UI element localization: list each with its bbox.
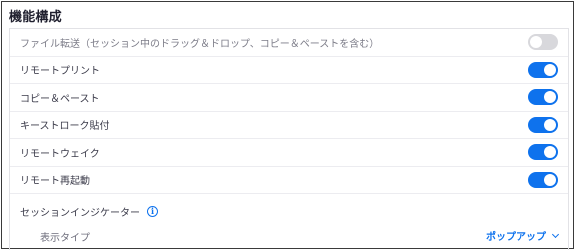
setting-label-file-transfer: ファイル転送（セッション中のドラッグ＆ドロップ、コピー＆ペーストを含む） (20, 38, 380, 50)
setting-label-remote-print: リモートプリント (20, 66, 100, 78)
setting-row-remote-wake: リモートウェイク (10, 139, 568, 167)
session-indicator-title: セッションインジケーター (20, 208, 140, 219)
remote-wake-toggle[interactable] (528, 144, 558, 161)
copy-paste-toggle[interactable] (528, 89, 558, 106)
chevron-down-icon (551, 230, 560, 238)
session-indicator-section: セッションインジケーター i 表示タイプ ポップアップ (10, 194, 568, 252)
setting-label-remote-wake: リモートウェイク (20, 148, 100, 160)
file-transfer-toggle[interactable] (528, 34, 558, 51)
setting-label-copy-paste: コピー＆ペースト (20, 93, 100, 105)
keystroke-paste-toggle[interactable] (528, 116, 558, 133)
info-icon[interactable]: i (147, 206, 158, 217)
session-indicator-title-wrap: セッションインジケーター i (20, 204, 158, 219)
setting-row-file-transfer: ファイル転送（セッション中のドラッグ＆ドロップ、コピー＆ペーストを含む） (10, 29, 568, 57)
display-type-value: ポップアップ (486, 232, 546, 243)
display-type-dropdown[interactable]: ポップアップ (486, 228, 560, 243)
remote-print-toggle[interactable] (528, 61, 558, 78)
setting-row-keystroke-paste: キーストローク貼付 (10, 112, 568, 139)
feature-settings-panel: ファイル転送（セッション中のドラッグ＆ドロップ、コピー＆ペーストを含む） リモー… (9, 28, 569, 250)
setting-label-remote-restart: リモート再起動 (20, 176, 90, 188)
setting-label-keystroke-paste: キーストローク貼付 (20, 121, 110, 133)
setting-row-remote-restart: リモート再起動 (10, 167, 568, 194)
section-title: 機能構成 (9, 10, 62, 25)
remote-restart-toggle[interactable] (528, 171, 558, 188)
display-type-label: 表示タイプ (40, 233, 90, 244)
settings-frame: 機能構成 ファイル転送（セッション中のドラッグ＆ドロップ、コピー＆ペーストを含む… (1, 1, 574, 250)
setting-row-copy-paste: コピー＆ペースト (10, 84, 568, 112)
setting-row-remote-print: リモートプリント (10, 57, 568, 84)
